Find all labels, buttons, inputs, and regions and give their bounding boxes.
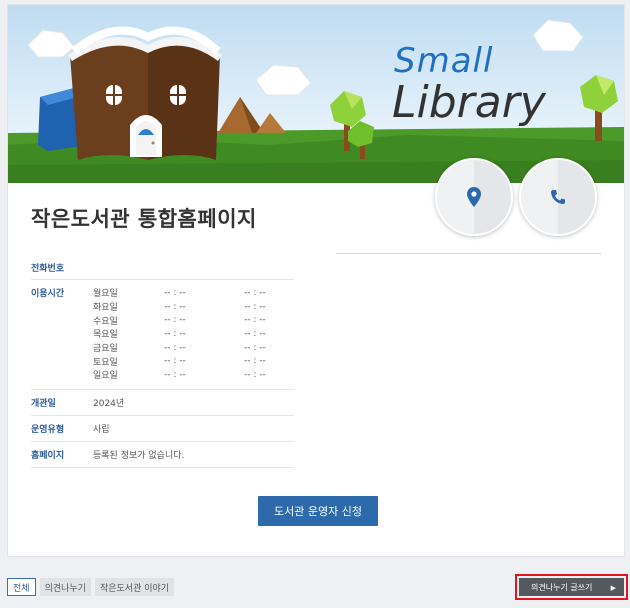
divider bbox=[336, 253, 601, 254]
hours-open: -- : -- bbox=[164, 369, 186, 380]
hours-open: -- : -- bbox=[164, 315, 186, 326]
hours-close: -- : -- bbox=[244, 287, 266, 298]
hours-open: -- : -- bbox=[164, 287, 186, 298]
hours-line: 토요일 -- : -- -- : -- bbox=[93, 354, 284, 368]
hours-close: -- : -- bbox=[244, 342, 266, 353]
hours-table: 월요일 -- : -- -- : -- 화요일 -- : -- -- : -- 수요일 -… bbox=[93, 286, 284, 389]
hours-label: 이용시간 bbox=[31, 289, 65, 299]
tab-stories[interactable]: 작은도서관 이야기 bbox=[94, 578, 175, 596]
opened-value: 2024년 bbox=[93, 399, 125, 409]
info-row-phone: 전화번호 bbox=[31, 255, 294, 280]
type-label: 운영유형 bbox=[31, 425, 65, 435]
info-row-type: 운영유형 사립 bbox=[31, 416, 294, 442]
hours-line: 화요일 -- : -- -- : -- bbox=[93, 300, 284, 314]
library-banner: Small Library bbox=[8, 5, 624, 183]
hours-line: 금요일 -- : -- -- : -- bbox=[93, 341, 284, 355]
hours-open: -- : -- bbox=[164, 342, 186, 353]
page-title: 작은도서관 통합홈페이지 bbox=[31, 207, 257, 231]
info-row-homepage: 홈페이지 등록된 정보가 없습니다. bbox=[31, 442, 294, 468]
homepage-value: 등록된 정보가 없습니다. bbox=[93, 451, 185, 461]
write-button-highlight: 의견나누기 글쓰기 ▶ bbox=[515, 574, 628, 600]
library-card: Small Library 작은도서관 통합홈페이지 전화번호 이용시간 월요일… bbox=[7, 4, 625, 557]
arrow-right-icon: ▶ bbox=[610, 584, 616, 592]
hours-day: 토요일 bbox=[93, 357, 118, 368]
phone-button[interactable] bbox=[519, 158, 597, 236]
write-opinion-label: 의견나누기 글쓰기 bbox=[531, 582, 593, 592]
banner-title-big: Library bbox=[392, 77, 546, 128]
board-tabs: 전체 의견나누기 작은도서관 이야기 bbox=[7, 578, 175, 596]
hours-day: 목요일 bbox=[93, 330, 118, 341]
hours-close: -- : -- bbox=[244, 356, 266, 367]
phone-icon bbox=[551, 190, 565, 204]
hours-open: -- : -- bbox=[164, 356, 186, 367]
hours-open: -- : -- bbox=[164, 301, 186, 312]
hours-day: 화요일 bbox=[93, 303, 118, 314]
opened-label: 개관일 bbox=[31, 399, 56, 409]
hours-close: -- : -- bbox=[244, 315, 266, 326]
type-value: 사립 bbox=[93, 425, 110, 435]
hours-close: -- : -- bbox=[244, 328, 266, 339]
tab-all[interactable]: 전체 bbox=[7, 578, 36, 596]
hours-close: -- : -- bbox=[244, 369, 266, 380]
hours-day: 금요일 bbox=[93, 344, 118, 355]
info-row-hours: 이용시간 월요일 -- : -- -- : -- 화요일 -- : -- -- : --… bbox=[31, 280, 294, 390]
map-button[interactable] bbox=[435, 158, 513, 236]
homepage-label: 홈페이지 bbox=[31, 451, 65, 461]
hours-day: 일요일 bbox=[93, 371, 118, 382]
hours-close: -- : -- bbox=[244, 301, 266, 312]
hours-line: 목요일 -- : -- -- : -- bbox=[93, 327, 284, 341]
phone-label: 전화번호 bbox=[31, 263, 65, 274]
tab-opinions[interactable]: 의견나누기 bbox=[39, 578, 91, 596]
map-pin-icon bbox=[467, 187, 481, 207]
banner-title-small: Small bbox=[394, 41, 494, 81]
write-opinion-button[interactable]: 의견나누기 글쓰기 ▶ bbox=[519, 578, 624, 596]
hours-day: 수요일 bbox=[93, 316, 118, 327]
hours-day: 월요일 bbox=[93, 289, 118, 300]
info-row-opened: 개관일 2024년 bbox=[31, 390, 294, 416]
hours-line: 월요일 -- : -- -- : -- bbox=[93, 286, 284, 300]
library-info-table: 전화번호 이용시간 월요일 -- : -- -- : -- 화요일 -- : -- --… bbox=[31, 255, 294, 468]
hours-open: -- : -- bbox=[164, 328, 186, 339]
hours-line: 수요일 -- : -- -- : -- bbox=[93, 313, 284, 327]
apply-operator-button[interactable]: 도서관 운영자 신청 bbox=[258, 496, 378, 526]
hours-line: 일요일 -- : -- -- : -- bbox=[93, 368, 284, 382]
